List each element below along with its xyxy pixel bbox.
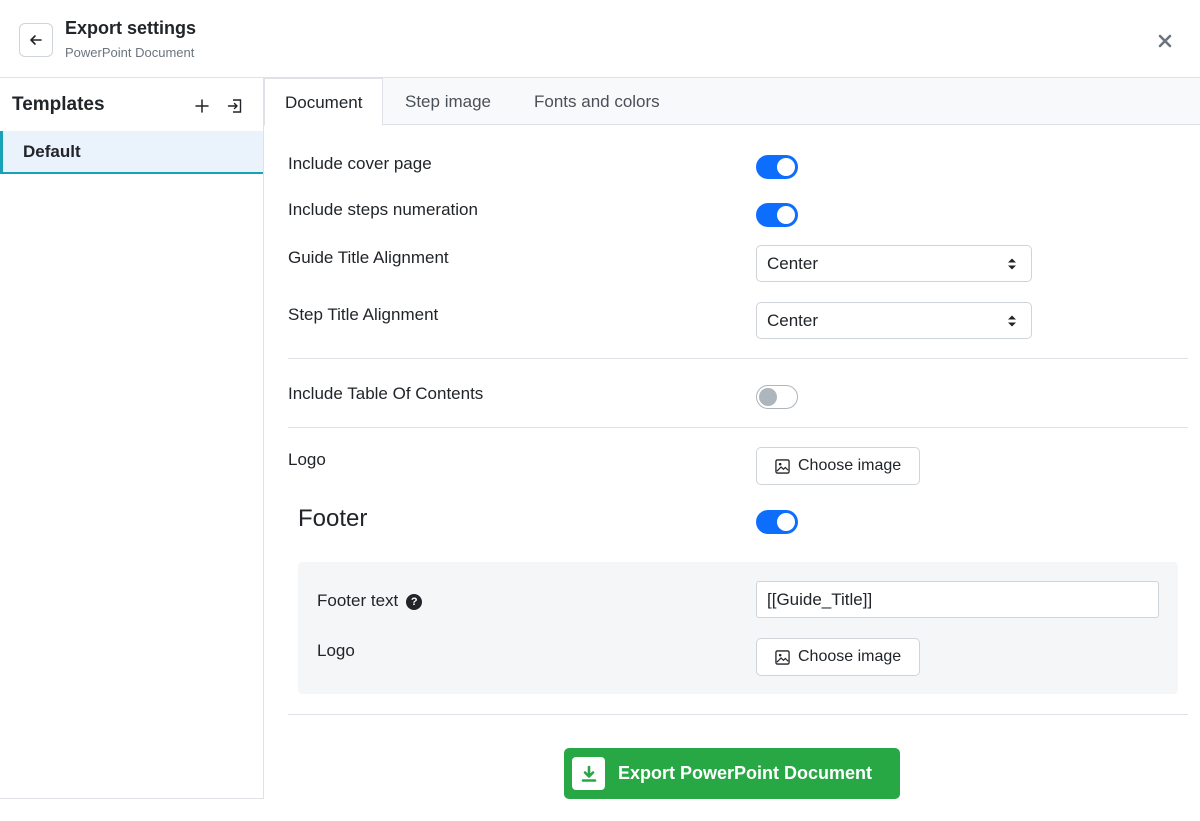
settings-tabs: Document Step image Fonts and colors — [264, 78, 1200, 126]
step-title-alignment-label: Step Title Alignment — [288, 305, 439, 324]
divider — [288, 714, 1188, 715]
table-of-contents-toggle[interactable] — [756, 385, 798, 409]
button-label: Choose image — [798, 648, 902, 665]
image-icon — [775, 650, 790, 665]
logo-label: Logo — [288, 450, 326, 469]
select-value: Center — [767, 311, 819, 330]
download-icon — [572, 757, 605, 790]
help-icon[interactable]: ? — [406, 594, 423, 610]
footer-heading: Footer — [298, 505, 368, 532]
dialog-header: Export settings PowerPoint Document — [0, 0, 1200, 78]
footer-logo-label: Logo — [317, 641, 355, 660]
add-template-button[interactable] — [192, 96, 212, 116]
plus-icon — [195, 99, 209, 113]
footer-text-label-text: Footer text — [317, 591, 399, 610]
footer-text-input[interactable] — [756, 581, 1159, 618]
templates-sidebar: Templates Default — [0, 78, 264, 799]
steps-numeration-toggle[interactable] — [756, 203, 798, 227]
select-value: Center — [767, 254, 819, 273]
dialog-subtitle: PowerPoint Document — [65, 45, 195, 60]
tab-fonts-and-colors[interactable]: Fonts and colors — [514, 78, 680, 125]
image-icon — [775, 459, 790, 474]
close-icon — [1158, 34, 1172, 48]
import-icon — [227, 99, 242, 113]
step-title-alignment-select[interactable]: Center — [756, 302, 1032, 339]
choose-logo-button[interactable]: Choose image — [756, 447, 920, 485]
button-label: Choose image — [798, 457, 902, 474]
export-button-label: Export PowerPoint Document — [618, 763, 873, 783]
dialog-title: Export settings — [65, 18, 197, 38]
guide-title-alignment-label: Guide Title Alignment — [288, 248, 449, 267]
divider — [288, 427, 1188, 428]
cover-page-toggle[interactable] — [756, 155, 798, 179]
close-button[interactable] — [1154, 30, 1176, 52]
choose-footer-logo-button[interactable]: Choose image — [756, 638, 920, 676]
toggle-knob — [759, 388, 777, 406]
footer-toggle[interactable] — [756, 510, 798, 534]
toggle-knob — [777, 513, 795, 531]
tab-document[interactable]: Document — [264, 78, 384, 126]
tab-step-image[interactable]: Step image — [385, 78, 511, 125]
steps-numeration-label: Include steps numeration — [288, 200, 478, 219]
table-of-contents-label: Include Table Of Contents — [288, 384, 484, 403]
toggle-knob — [777, 206, 795, 224]
select-caret-icon — [1008, 315, 1016, 327]
sidebar-item-default[interactable]: Default — [0, 131, 263, 174]
toggle-knob — [777, 158, 795, 176]
divider — [288, 358, 1188, 359]
cover-page-label: Include cover page — [288, 154, 432, 173]
arrow-left-icon — [30, 35, 42, 45]
sidebar-title: Templates — [12, 94, 105, 115]
back-button[interactable] — [19, 23, 53, 57]
guide-title-alignment-select[interactable]: Center — [756, 245, 1032, 282]
export-button[interactable]: Export PowerPoint Document — [564, 748, 900, 799]
select-caret-icon — [1008, 258, 1016, 270]
footer-text-label: Footer text? — [317, 591, 423, 611]
import-template-button[interactable] — [225, 96, 245, 116]
